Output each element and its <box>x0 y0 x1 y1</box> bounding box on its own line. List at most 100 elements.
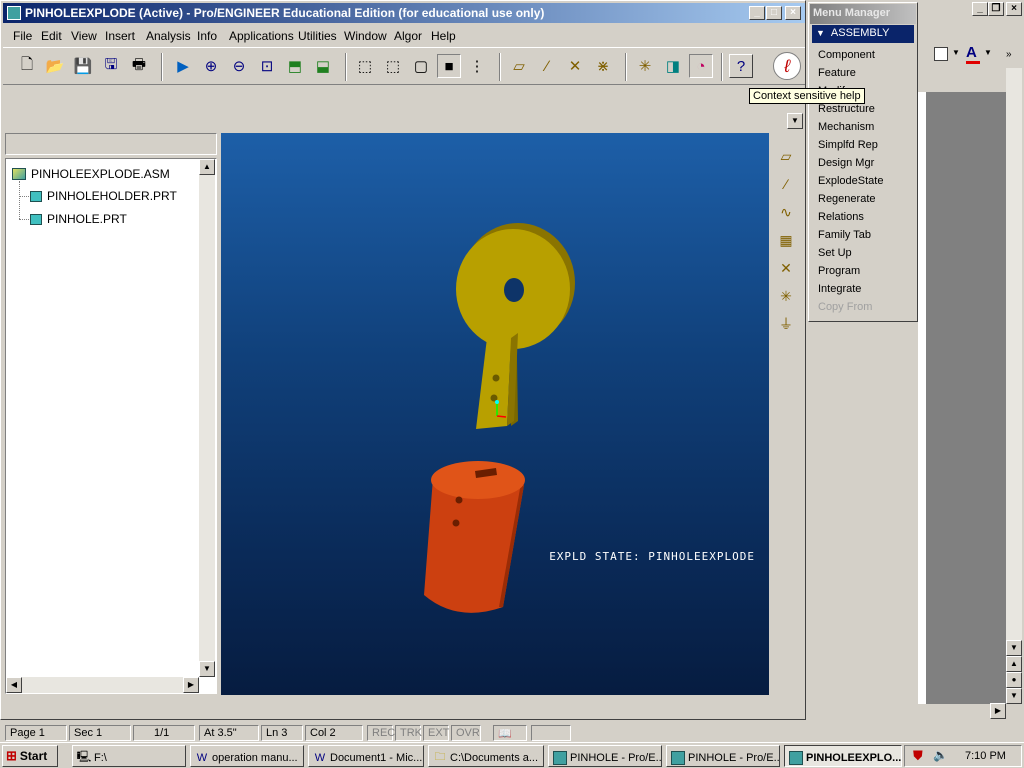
pinhole-holder-part[interactable] <box>456 223 575 429</box>
volume-icon[interactable]: 🔈 <box>933 748 948 762</box>
tree-item-pinhole[interactable]: PINHOLE.PRT <box>30 212 127 226</box>
open-folder-icon[interactable]: 📂 <box>43 54 67 78</box>
scroll-right-arrow[interactable]: ▶ <box>183 677 199 693</box>
menu-applications[interactable]: Applications <box>229 29 294 43</box>
mm-item-integrate[interactable]: Integrate <box>818 283 861 295</box>
word-horizontal-scrollbar[interactable]: ▶ <box>806 703 1006 719</box>
menu-manager-section[interactable]: ▼ ASSEMBLY <box>812 25 914 43</box>
more-buttons-icon[interactable]: » <box>1006 49 1012 60</box>
word-close-button[interactable]: × <box>1006 2 1022 16</box>
datum-planes-icon[interactable]: ▱ <box>507 54 531 78</box>
datum-axis-tool-icon[interactable]: ∕ <box>775 173 797 195</box>
analysis-tool-icon[interactable]: ⏚ <box>775 313 797 335</box>
task-pinholeexplode[interactable]: PINHOLEEXPLO... <box>784 745 902 767</box>
message-scroll-button[interactable]: ▼ <box>787 113 803 129</box>
model-display-icon[interactable]: ◨ <box>661 54 685 78</box>
mm-item-set-up[interactable]: Set Up <box>818 247 852 259</box>
no-hidden-icon[interactable]: ▢ <box>409 54 433 78</box>
datum-points-icon[interactable]: ✕ <box>563 54 587 78</box>
datum-curve-tool-icon[interactable]: ∿ <box>775 201 797 223</box>
task-operation-manual[interactable]: Woperation manu... <box>190 745 304 767</box>
close-button[interactable]: × <box>785 6 801 20</box>
task-pinhole-1[interactable]: PINHOLE - Pro/E... <box>548 745 662 767</box>
save-icon[interactable]: 💾 <box>71 54 95 78</box>
redraw-icon[interactable]: ▶ <box>171 54 195 78</box>
prev-page-icon[interactable]: ▲ <box>1006 656 1022 672</box>
pinhole-part[interactable] <box>424 461 525 613</box>
spelling-book-icon[interactable]: 📖 <box>493 725 527 741</box>
tree-root[interactable]: PINHOLEEXPLODE.ASM <box>12 167 170 181</box>
tree-vertical-scrollbar[interactable]: ▲ ▼ <box>199 159 215 677</box>
scroll-up-arrow[interactable]: ▲ <box>199 159 215 175</box>
start-button[interactable]: ⊞ Start <box>2 745 58 767</box>
status-rec[interactable]: REC <box>367 725 395 741</box>
task-pinhole-2[interactable]: PINHOLE - Pro/E... <box>666 745 780 767</box>
chevron-down-icon[interactable]: ▼ <box>984 48 992 57</box>
mm-item-program[interactable]: Program <box>818 265 860 277</box>
model-tree-toggle-icon[interactable]: ⋮ <box>465 54 489 78</box>
menu-info[interactable]: Info <box>197 29 217 43</box>
tree-horizontal-scrollbar[interactable]: ◀ ▶ <box>6 677 199 693</box>
menu-algor[interactable]: Algor <box>394 29 422 43</box>
shield-icon[interactable]: ⛊ <box>913 748 923 764</box>
coord-sys-tool-icon[interactable]: ✳ <box>775 285 797 307</box>
scroll-right-arrow[interactable]: ▶ <box>990 703 1006 719</box>
font-color-icon[interactable]: A <box>966 44 977 61</box>
status-trk[interactable]: TRK <box>395 725 422 741</box>
minimize-button[interactable]: _ <box>749 6 765 20</box>
orient-icon[interactable]: ⬒ <box>283 54 307 78</box>
shading-icon[interactable]: ■ <box>437 54 461 78</box>
status-ovr[interactable]: OVR <box>451 725 481 741</box>
mm-item-simplfd-rep[interactable]: Simplfd Rep <box>818 139 878 151</box>
mm-item-explodestate[interactable]: ExplodeState <box>818 175 883 187</box>
datum-plane-tool-icon[interactable]: ▱ <box>775 145 797 167</box>
spin-center-icon[interactable]: ✳ <box>633 54 657 78</box>
menu-insert[interactable]: Insert <box>105 29 135 43</box>
scroll-down-arrow[interactable]: ▼ <box>1006 640 1022 656</box>
menu-window[interactable]: Window <box>344 29 387 43</box>
mm-item-component[interactable]: Component <box>818 49 875 61</box>
tree-item-pinholeholder[interactable]: PINHOLEHOLDER.PRT <box>30 189 177 203</box>
word-restore-button[interactable]: ❐ <box>988 2 1004 16</box>
task-documents-folder[interactable]: 🗀 C:\Documents a... <box>428 745 544 767</box>
coord-sys-icon[interactable]: ⋇ <box>591 54 615 78</box>
menu-file[interactable]: File <box>13 29 32 43</box>
datum-point-tool-icon[interactable]: ✕ <box>775 257 797 279</box>
save-copy-icon[interactable]: 🖫 <box>99 54 123 78</box>
next-page-icon[interactable]: ▼ <box>1006 688 1022 704</box>
border-icon[interactable] <box>934 47 948 61</box>
print-icon[interactable]: 🖶 <box>127 54 151 78</box>
task-f-drive[interactable]: 🖳 F:\ <box>72 745 186 767</box>
mm-item-feature[interactable]: Feature <box>818 67 856 79</box>
menu-view[interactable]: View <box>71 29 97 43</box>
graphics-viewport[interactable]: EXPLD STATE: PINHOLEEXPLODE <box>221 133 769 695</box>
menu-utilities[interactable]: Utilities <box>298 29 337 43</box>
zoom-in-icon[interactable]: ⊕ <box>199 54 223 78</box>
scroll-down-arrow[interactable]: ▼ <box>199 661 215 677</box>
mm-item-restructure[interactable]: Restructure <box>818 103 875 115</box>
menu-edit[interactable]: Edit <box>41 29 62 43</box>
new-file-icon[interactable]: 🗋 <box>15 54 39 78</box>
mm-item-design-mgr[interactable]: Design Mgr <box>818 157 874 169</box>
menu-analysis[interactable]: Analysis <box>146 29 191 43</box>
sketch-tool-icon[interactable]: ▦ <box>775 229 797 251</box>
maximize-button[interactable]: □ <box>766 6 782 20</box>
mm-item-relations[interactable]: Relations <box>818 211 864 223</box>
menu-help[interactable]: Help <box>431 29 456 43</box>
word-minimize-button[interactable]: _ <box>972 2 988 16</box>
browse-object-icon[interactable]: ● <box>1006 672 1022 688</box>
datum-axes-icon[interactable]: ∕ <box>535 54 559 78</box>
zoom-out-icon[interactable]: ⊖ <box>227 54 251 78</box>
status-ext[interactable]: EXT <box>423 725 449 741</box>
hidden-line-icon[interactable]: ⬚ <box>381 54 405 78</box>
task-document1[interactable]: W Document1 - Mic... <box>308 745 424 767</box>
chevron-down-icon[interactable]: ▼ <box>952 48 960 57</box>
mm-item-regenerate[interactable]: Regenerate <box>818 193 876 205</box>
refit-icon[interactable]: ⊡ <box>255 54 279 78</box>
mm-item-mechanism[interactable]: Mechanism <box>818 121 874 133</box>
wireframe-icon[interactable]: ⬚ <box>353 54 377 78</box>
context-help-icon[interactable]: ? <box>729 54 753 78</box>
selection-filter-icon[interactable]: ◔ <box>689 54 713 78</box>
scroll-left-arrow[interactable]: ◀ <box>6 677 22 693</box>
word-vertical-scrollbar[interactable]: ▼ ▲ ● ▼ <box>1006 68 1022 704</box>
